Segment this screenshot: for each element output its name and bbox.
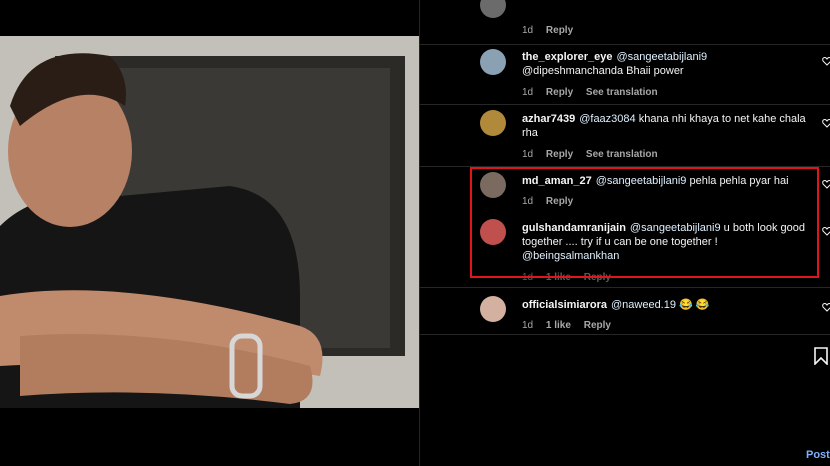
post-photo-illustration — [0, 36, 419, 408]
post-photo[interactable] — [0, 36, 419, 408]
comment-avatar[interactable] — [480, 296, 506, 322]
comment-mention[interactable]: @naweed.19 — [611, 299, 676, 311]
comment-avatar[interactable] — [480, 110, 506, 136]
heart-icon[interactable] — [822, 179, 830, 189]
post-media-pane — [0, 0, 419, 466]
comment-meta: 1d Reply See translation — [522, 149, 668, 160]
comment-mention[interactable]: @sangeetabijlani9 — [617, 51, 708, 63]
comment-separator — [420, 287, 830, 288]
comment-body: 😂 😂 — [679, 299, 710, 311]
comment-text: officialsimiarora @naweed.19 😂 😂 — [522, 298, 812, 312]
post-button[interactable]: Post — [806, 449, 830, 461]
see-translation-button[interactable]: See translation — [586, 87, 658, 98]
reply-button[interactable]: Reply — [546, 25, 573, 36]
heart-icon[interactable] — [822, 56, 830, 66]
comment-username[interactable]: officialsimiarora — [522, 299, 607, 311]
comment-avatar[interactable] — [480, 0, 506, 18]
reply-button[interactable]: Reply — [546, 87, 573, 98]
reply-button[interactable]: Reply — [546, 149, 573, 160]
reply-button[interactable]: Reply — [584, 320, 611, 331]
comment-meta: 1d Reply — [522, 25, 583, 36]
see-translation-button[interactable]: See translation — [586, 149, 658, 160]
comment-separator — [420, 104, 830, 105]
heart-icon[interactable] — [822, 302, 830, 312]
highlight-box — [470, 167, 819, 278]
comments-footer-separator — [420, 334, 830, 335]
comment-time: 1d — [522, 87, 534, 98]
bookmark-icon[interactable] — [814, 347, 828, 365]
comment-avatar[interactable] — [480, 49, 506, 75]
like-count[interactable]: 1 like — [546, 320, 571, 331]
comment-meta: 1d 1 like Reply — [522, 320, 621, 331]
comment-username[interactable]: azhar7439 — [522, 113, 575, 125]
comment-time: 1d — [522, 320, 534, 331]
heart-icon[interactable] — [822, 226, 830, 236]
comment-text: the_explorer_eye @sangeetabijlani9 @dipes… — [522, 50, 812, 78]
comment-meta: 1d Reply See translation — [522, 87, 668, 98]
comment-separator — [420, 44, 830, 45]
comment-body: @dipeshmanchanda Bhaii power — [522, 65, 684, 77]
comment-mention[interactable]: @faaz3084 — [579, 113, 635, 125]
comment-text: azhar7439 @faaz3084 khana nhi khaya to ne… — [522, 112, 812, 140]
comment-time: 1d — [522, 149, 534, 160]
heart-icon[interactable] — [822, 118, 830, 128]
comment-time: 1d — [522, 25, 534, 36]
comment-username[interactable]: the_explorer_eye — [522, 51, 613, 63]
